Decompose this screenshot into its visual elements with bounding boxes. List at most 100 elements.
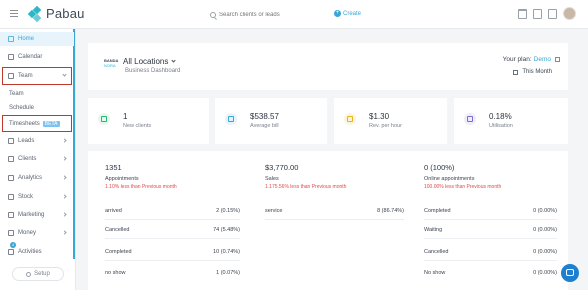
activities-icon [8, 249, 14, 255]
sidebar-item-analytics[interactable]: Analytics [0, 171, 74, 185]
logo-text: NORA [104, 63, 116, 68]
setup-button[interactable]: Setup [12, 267, 64, 281]
row-value: 0 (0.00%) [533, 208, 557, 214]
location-selector[interactable]: All Locations [123, 57, 176, 66]
stat-value: 1 [123, 112, 128, 121]
online-label: Online appointments [424, 176, 475, 182]
row-value: 8 (86.74%) [377, 208, 404, 214]
sidebar: Home Calendar Team Team Schedule Timeshe… [0, 29, 76, 290]
stock-icon [8, 194, 14, 200]
table-row: No show 0 (0.00%) [424, 270, 557, 280]
external-link-icon[interactable] [555, 57, 560, 62]
marketing-icon [8, 212, 14, 218]
table-row: no show 1 (0.07%) [105, 270, 240, 280]
online-appointments-column: 0 (100%) Online appointments 100.00% les… [424, 151, 557, 290]
table-row: Cancelled 74 (5.48%) [105, 227, 240, 237]
sidebar-item-activities[interactable]: 4 Activities [0, 242, 74, 259]
stat-card-new-clients[interactable]: 1 New clients [88, 98, 209, 144]
table-row: Cancelled 0 (0.00%) [424, 249, 557, 259]
sidebar-subitem-schedule[interactable]: Schedule [0, 101, 74, 114]
sidebar-item-label: Money [18, 230, 37, 236]
sidebar-item-calendar[interactable]: Calendar [0, 50, 74, 64]
divider [424, 238, 557, 239]
notification-icon[interactable] [548, 8, 557, 19]
sales-delta: 1.175.56% less than Previous month [265, 184, 347, 190]
sidebar-item-leads[interactable]: Leads [0, 134, 74, 148]
chevron-right-icon [62, 230, 67, 235]
sidebar-item-stock[interactable]: Stock [0, 190, 74, 204]
row-value: 74 (5.48%) [213, 227, 240, 233]
sidebar-item-marketing[interactable]: Marketing [0, 208, 74, 222]
chevron-right-icon [62, 212, 67, 217]
search-bar[interactable] [210, 8, 332, 21]
row-value: 10 (0.74%) [213, 249, 240, 255]
calendar-icon[interactable] [518, 8, 527, 19]
calendar-icon [513, 69, 519, 75]
app-logo[interactable]: Pabau [27, 5, 85, 22]
highlight-box [2, 115, 72, 132]
chat-icon [566, 269, 574, 276]
stat-label: Utilisation [489, 123, 513, 129]
row-value: 0 (0.00%) [533, 270, 557, 276]
sidebar-item-label: Activities [18, 249, 42, 255]
stat-value: $538.57 [250, 112, 279, 121]
highlight-box [2, 67, 72, 85]
row-value: 0 (0.00%) [533, 227, 557, 233]
user-icon [98, 113, 110, 125]
row-label: Cancelled [424, 249, 449, 255]
calendar-icon [8, 54, 14, 60]
chevron-down-icon [171, 58, 176, 63]
sidebar-item-label: Home [18, 36, 35, 42]
leads-icon [8, 138, 14, 144]
money-icon [8, 230, 14, 236]
divider [424, 219, 557, 220]
create-label: Create [343, 10, 362, 17]
row-label: arrived [105, 208, 122, 214]
sidebar-item-money[interactable]: Money [0, 226, 74, 240]
stat-card-average-bill[interactable]: $538.57 Average bill [215, 98, 327, 144]
row-label: service [265, 208, 283, 214]
money-icon [344, 113, 356, 125]
clipboard-icon[interactable] [533, 8, 542, 19]
row-value: 0 (0.00%) [533, 249, 557, 255]
home-icon [8, 36, 14, 42]
stat-card-rev-per-hour[interactable]: $1.30 Rev. per hour [334, 98, 447, 144]
menu-icon[interactable] [10, 10, 18, 17]
breakdown-panel: 1351 Appointments 1.10% less than Previo… [88, 151, 568, 290]
row-label: No show [424, 270, 446, 276]
sidebar-subitem-team[interactable]: Team [0, 87, 74, 100]
divider [265, 219, 404, 220]
plus-icon: + [334, 10, 341, 17]
table-row: Completed 0 (0.00%) [424, 208, 557, 218]
table-row: arrived 2 (0.15%) [105, 208, 240, 218]
row-label: no show [105, 270, 126, 276]
stat-label: Rev. per hour [369, 123, 402, 129]
dashboard-header: BANDA NORA All Locations Business Dashbo… [88, 43, 568, 90]
chat-button[interactable] [561, 264, 579, 282]
sidebar-item-home[interactable]: Home [0, 32, 74, 46]
appointments-total: 1351 [105, 163, 122, 172]
sidebar-item-label: Schedule [9, 104, 35, 111]
search-icon [210, 11, 216, 18]
top-bar: Pabau + Create [0, 0, 588, 29]
create-button[interactable]: + Create [334, 10, 361, 17]
appointments-column: 1351 Appointments 1.10% less than Previo… [105, 151, 240, 290]
plan-label: Your plan: [502, 56, 532, 63]
stat-value: 0.18% [489, 112, 512, 121]
sales-label: Sales [265, 176, 279, 182]
search-input[interactable] [219, 11, 324, 18]
pabau-logo-icon [27, 5, 42, 22]
table-row: Waiting 0 (0.00%) [424, 227, 557, 237]
sidebar-item-clients[interactable]: Clients [0, 152, 74, 166]
plan-link[interactable]: Demo [534, 56, 551, 63]
online-total: 0 (100%) [424, 163, 455, 172]
receipt-icon [225, 113, 237, 125]
chevron-right-icon [62, 156, 67, 161]
folder-icon [464, 113, 476, 125]
activities-count-badge: 4 [10, 242, 16, 248]
period-selector[interactable]: This Month [513, 69, 552, 75]
online-delta: 100.00% less than Previous month [424, 184, 502, 190]
period-label: This Month [522, 69, 552, 75]
stat-card-utilisation[interactable]: 0.18% Utilisation [454, 98, 568, 144]
avatar[interactable] [563, 7, 576, 20]
